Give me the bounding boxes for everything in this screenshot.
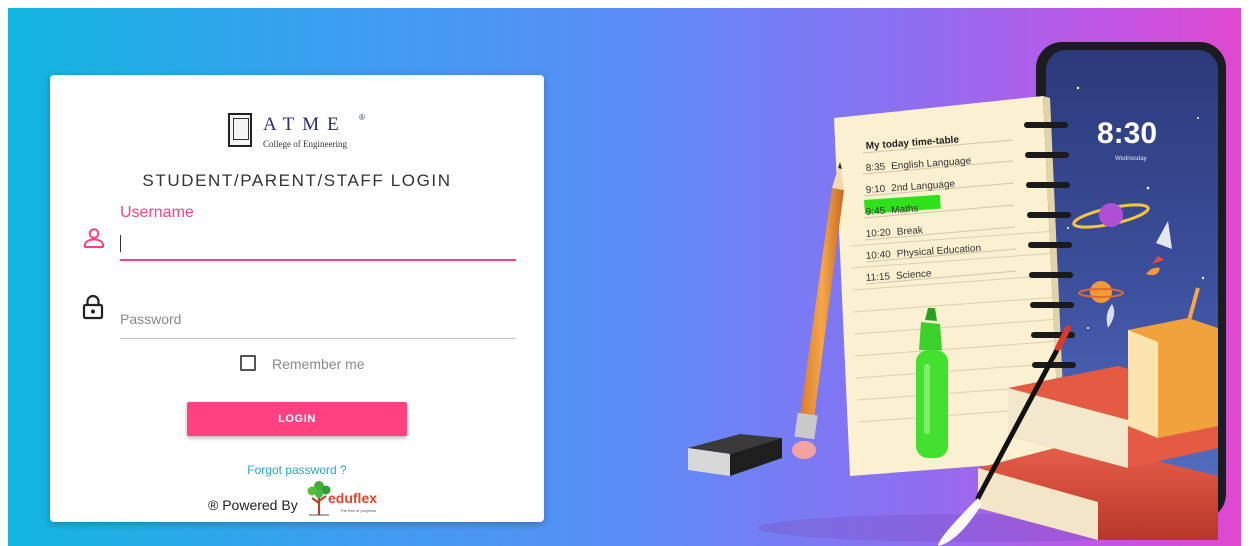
eraser-illustration [688, 434, 782, 476]
password-input[interactable] [120, 299, 516, 339]
eduflex-tagline: The free of progress [340, 508, 377, 513]
username-label: Username [120, 204, 194, 221]
college-name: ATME [263, 114, 347, 135]
phone-clock-time: 8:30 [1097, 117, 1157, 150]
username-input[interactable] [120, 227, 516, 261]
timetable-subject: Maths [891, 203, 919, 216]
login-page-background: ATME ® College of Engineering STUDENT/PA… [8, 8, 1241, 546]
login-title: STUDENT/PARENT/STAFF LOGIN [142, 171, 452, 190]
college-subtitle: College of Engineering [263, 139, 347, 149]
eduflex-logo: eduflex The free of progress [306, 479, 390, 519]
login-card: ATME ® College of Engineering STUDENT/PA… [50, 75, 544, 522]
college-emblem-icon [228, 113, 252, 147]
timetable-time: 10:40 [865, 249, 891, 262]
remember-me-checkbox[interactable] [240, 355, 256, 371]
text-caret [120, 235, 121, 252]
timetable-time: 9:10 [865, 184, 886, 196]
pencil-illustration [792, 162, 844, 459]
person-outline-icon [83, 228, 105, 253]
powered-by-label: ® Powered By [208, 497, 298, 513]
login-button[interactable]: LOGIN [187, 402, 407, 436]
phone-clock-day: Wednesday [1115, 156, 1147, 162]
timetable-subject: Break [896, 225, 924, 238]
remember-me-label: Remember me [272, 356, 365, 372]
timetable-time: 11:15 [865, 271, 890, 284]
forgot-password-link[interactable]: Forgot password ? [50, 463, 544, 477]
eduflex-brand: eduflex [328, 490, 378, 506]
timetable-time: 9:45 [865, 206, 886, 218]
college-logo: ATME ® College of Engineering [228, 113, 368, 153]
college-registered-mark: ® [359, 113, 365, 122]
timetable-time: 10:20 [865, 227, 891, 240]
lock-icon [82, 294, 104, 325]
timetable-time: 8:35 [865, 162, 886, 174]
study-illustration: 8:30 Wednesday My today time-table 8:35 … [688, 42, 1226, 546]
